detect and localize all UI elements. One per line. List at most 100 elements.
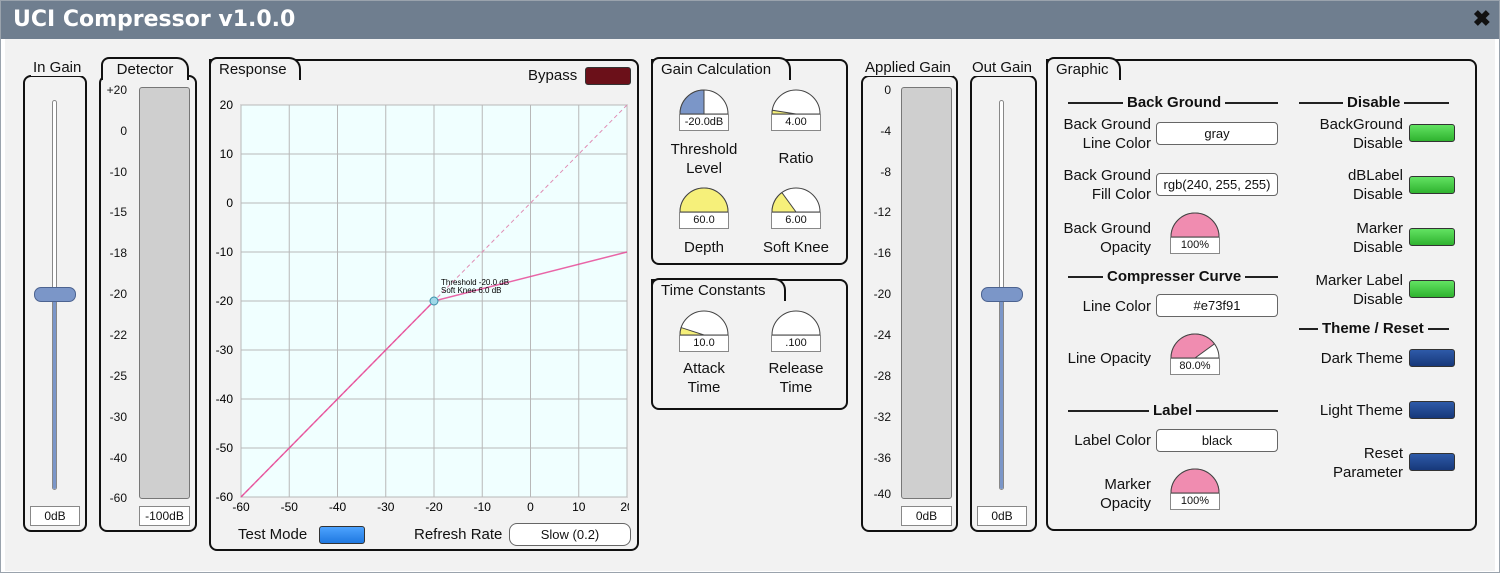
soft-knee-label: Soft Knee <box>763 239 829 256</box>
marker-label-disable-toggle[interactable] <box>1409 280 1455 298</box>
bg-fill-color-label: Back Ground Fill Color <box>1039 166 1151 204</box>
chart-x-tick-label: 0 <box>527 500 534 514</box>
applied-gain-label: Applied Gain <box>863 59 953 76</box>
line-color-input[interactable]: #e73f91 <box>1156 294 1278 317</box>
db-label-disable-toggle[interactable] <box>1409 176 1455 194</box>
chart-y-tick-label: 0 <box>226 196 233 210</box>
line-opacity-value: 80.0% <box>1170 358 1220 375</box>
refresh-rate-select[interactable]: Slow (0.2) <box>509 523 631 546</box>
marker-opacity-knob[interactable]: 100% <box>1170 467 1220 510</box>
chart-y-tick-label: -20 <box>216 294 234 308</box>
test-mode-button[interactable] <box>319 526 365 544</box>
light-theme-label: Light Theme <box>1319 402 1403 419</box>
knob-fill <box>679 187 729 213</box>
detector-scale-tick: -60 <box>109 491 127 505</box>
curve-heading: Compresser Curve <box>1103 268 1246 285</box>
threshold-knob[interactable]: -20.0dB <box>679 88 729 131</box>
applied-gain-scale-tick: -32 <box>873 410 891 424</box>
bg-line-color-input[interactable]: gray <box>1156 122 1278 145</box>
applied-gain-scale-tick: -4 <box>880 124 891 138</box>
detector-scale-tick: -15 <box>109 205 127 219</box>
detector-scale-tick: -20 <box>109 287 127 301</box>
soft-knee-annotation: Soft Knee 6.0 dB <box>441 286 502 295</box>
soft-knee-knob[interactable]: 6.00 <box>771 186 821 229</box>
line-opacity-knob[interactable]: 80.0% <box>1170 332 1220 375</box>
reset-parameter-label: Reset Parameter <box>1275 444 1403 482</box>
detector-scale-tick: -40 <box>109 451 127 465</box>
applied-gain-scale-tick: -24 <box>873 328 891 342</box>
theme-reset-heading: Theme / Reset <box>1318 320 1428 337</box>
line-color-label: Line Color <box>1082 298 1151 315</box>
knob-fill <box>679 89 705 115</box>
graphic-label: Graphic <box>1046 57 1121 80</box>
depth-knob[interactable]: 60.0 <box>679 186 729 229</box>
soft-knee-value: 6.00 <box>771 212 821 229</box>
db-label-disable-label: dBLabel Disable <box>1275 166 1403 204</box>
chart-x-tick-label: -30 <box>377 500 395 514</box>
label-heading: Label <box>1149 402 1197 419</box>
ratio-knob[interactable]: 4.00 <box>771 88 821 131</box>
label-color-input[interactable]: black <box>1156 429 1278 452</box>
out-gain-slider-thumb[interactable] <box>981 287 1023 302</box>
chart-x-tick-label: -60 <box>232 500 250 514</box>
title-bar: UCI Compressor v1.0.0 ✖ <box>1 1 1499 39</box>
out-gain-value: 0dB <box>977 506 1027 526</box>
ratio-value: 4.00 <box>771 114 821 131</box>
chart-y-tick-label: -60 <box>216 490 234 504</box>
dark-theme-button[interactable] <box>1409 349 1455 367</box>
close-icon[interactable]: ✖ <box>1473 6 1491 32</box>
release-label: Release Time <box>756 359 836 397</box>
compressor-window: UCI Compressor v1.0.0 ✖ In Gain 0dB Dete… <box>0 0 1500 573</box>
window-title: UCI Compressor v1.0.0 <box>13 7 296 32</box>
attack-label-line1: Attack <box>683 360 725 377</box>
reset-parameter-button[interactable] <box>1409 453 1455 471</box>
response-label: Response <box>209 57 301 80</box>
threshold-value: -20.0dB <box>679 114 729 131</box>
reset-parameter-label-1: Reset <box>1363 445 1403 462</box>
detector-scale-tick: -30 <box>109 410 127 424</box>
applied-gain-scale-tick: -8 <box>880 165 891 179</box>
applied-gain-scale-tick: -36 <box>873 451 891 465</box>
bg-fill-color-label-2: Fill Color <box>1091 186 1151 203</box>
release-value: .100 <box>771 335 821 352</box>
chart-x-tick-label: -10 <box>474 500 492 514</box>
bg-fill-color-input[interactable]: rgb(240, 255, 255) <box>1156 173 1278 196</box>
line-opacity-label: Line Opacity <box>1067 350 1151 367</box>
bg-disable-label-1: BackGround <box>1319 116 1403 133</box>
attack-label: Attack Time <box>664 359 744 397</box>
threshold-marker[interactable] <box>429 296 439 306</box>
chart-y-tick-label: -50 <box>216 441 234 455</box>
marker-disable-label-1: Marker <box>1356 220 1403 237</box>
bg-disable-label: BackGround Disable <box>1275 115 1403 153</box>
detector-scale-tick: -25 <box>109 369 127 383</box>
threshold-label-line1: Threshold <box>670 141 738 158</box>
bg-opacity-knob[interactable]: 100% <box>1170 211 1220 254</box>
time-constants-label: Time Constants <box>651 278 786 301</box>
release-knob[interactable]: .100 <box>771 309 821 352</box>
bg-line-color-label-1: Back Ground <box>1063 116 1151 133</box>
applied-gain-value: 0dB <box>901 506 952 526</box>
chart-x-tick-label: -20 <box>425 500 443 514</box>
chart-y-tick-label: 10 <box>220 147 234 161</box>
marker-label-disable-label-2: Disable <box>1352 291 1403 308</box>
bg-opacity-value: 100% <box>1170 237 1220 254</box>
in-gain-value: 0dB <box>30 506 80 526</box>
light-theme-button[interactable] <box>1409 401 1455 419</box>
release-label-line2: Time <box>779 379 813 396</box>
marker-opacity-label: Marker Opacity <box>1039 475 1151 513</box>
bg-disable-toggle[interactable] <box>1409 124 1455 142</box>
depth-label: Depth <box>683 239 725 256</box>
attack-knob[interactable]: 10.0 <box>679 309 729 352</box>
test-mode-label: Test Mode <box>238 526 308 543</box>
bg-line-color-label-2: Line Color <box>1082 135 1151 152</box>
bg-line-color-label: Back Ground Line Color <box>1039 115 1151 153</box>
chart-y-tick-label: -10 <box>216 245 234 259</box>
in-gain-slider-thumb[interactable] <box>34 287 76 302</box>
refresh-rate-label: Refresh Rate <box>414 526 503 543</box>
chart-y-tick-label: -40 <box>216 392 234 406</box>
marker-disable-label: Marker Disable <box>1275 219 1403 257</box>
threshold-label: Threshold Level <box>664 140 744 178</box>
attack-value: 10.0 <box>679 335 729 352</box>
bypass-button[interactable] <box>585 67 631 85</box>
marker-disable-toggle[interactable] <box>1409 228 1455 246</box>
